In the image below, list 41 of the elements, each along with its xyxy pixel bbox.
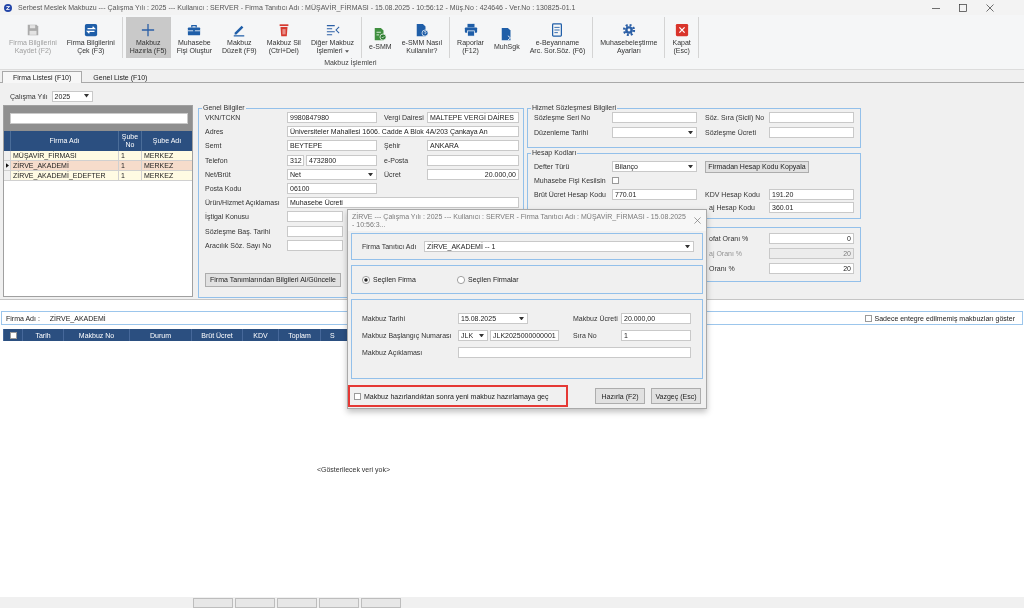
document-icon [499, 27, 514, 41]
caret-icon [519, 316, 524, 321]
row-pointer-icon [5, 163, 9, 168]
caret-icon [479, 333, 484, 338]
dropdown-field[interactable] [612, 127, 697, 138]
caret-icon [685, 244, 690, 249]
text-field[interactable] [458, 347, 691, 358]
checkbox[interactable] [354, 392, 361, 400]
text-field[interactable] [769, 127, 854, 138]
maximize-icon[interactable] [959, 3, 967, 12]
briefcase-icon [187, 23, 202, 37]
text-field[interactable] [612, 112, 697, 123]
search-field[interactable] [10, 113, 188, 124]
text-field[interactable] [287, 225, 343, 237]
close-icon[interactable] [694, 217, 701, 224]
document-question-icon [414, 23, 429, 37]
text-field[interactable] [427, 154, 519, 166]
caret-icon [83, 94, 89, 98]
gear-icon [621, 23, 636, 37]
caret-icon [688, 130, 693, 135]
radio-button[interactable] [362, 275, 370, 284]
text-field[interactable] [287, 239, 343, 251]
checkbox[interactable] [864, 314, 872, 322]
app-logo-icon [4, 3, 12, 12]
caret-icon [688, 164, 693, 169]
document-check-icon [373, 27, 388, 41]
checkbox[interactable] [612, 176, 619, 184]
text-field[interactable] [769, 112, 854, 123]
document-lines-icon [550, 23, 565, 37]
text-field[interactable] [287, 211, 343, 223]
close-icon[interactable] [986, 3, 994, 12]
plus-icon [141, 23, 156, 37]
select-all-checkbox[interactable] [9, 331, 17, 339]
caret-icon [344, 49, 349, 53]
sync-icon [83, 23, 98, 37]
caret-icon [368, 172, 373, 176]
pencil-icon [232, 23, 247, 37]
printer-icon [463, 23, 478, 37]
close-icon [674, 23, 689, 37]
radio-button[interactable] [457, 275, 465, 284]
list-icon [325, 23, 340, 37]
